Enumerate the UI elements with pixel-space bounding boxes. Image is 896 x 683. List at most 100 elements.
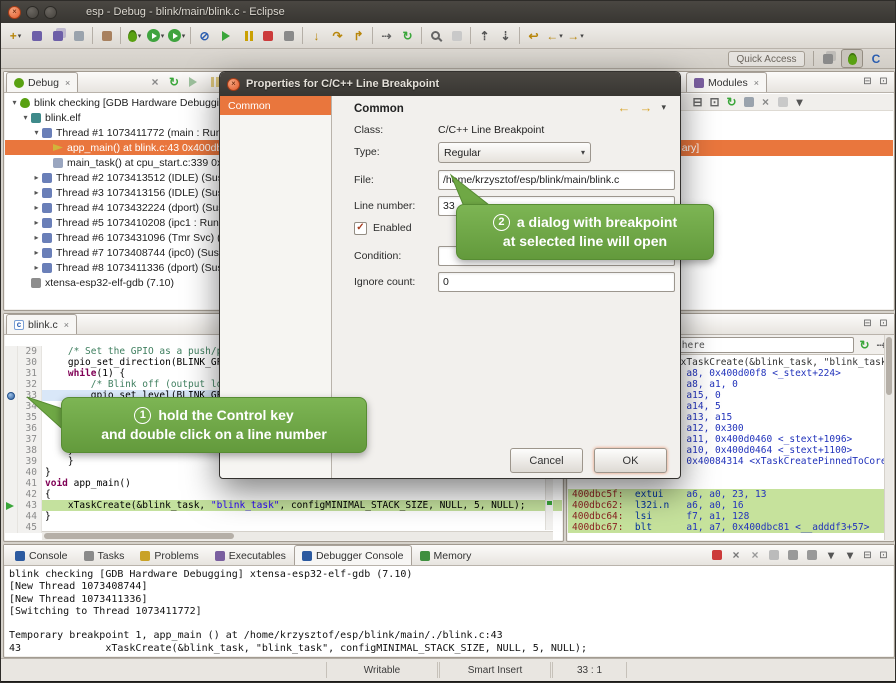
editor-annotation-ruler[interactable] [5, 379, 18, 390]
minimize-view-icon[interactable]: ⊟ [860, 74, 875, 89]
console-open-button[interactable]: ▾ [841, 547, 859, 563]
modules-remove-button[interactable]: × [757, 95, 774, 110]
console-remove-launch-button[interactable]: × [727, 547, 745, 563]
disconnect-button[interactable] [278, 25, 299, 46]
modules-load-symbols-button[interactable] [740, 95, 757, 110]
modules-refresh-button[interactable]: ↻ [723, 95, 740, 110]
debug-tab-close-icon[interactable]: × [65, 78, 70, 88]
maximize-view-icon[interactable]: ⊡ [876, 74, 891, 89]
line-number[interactable]: 43 [18, 500, 42, 511]
twistie-icon[interactable]: ▸ [31, 248, 42, 257]
line-number[interactable]: 29 [18, 346, 42, 357]
editor-annotation-ruler[interactable] [5, 401, 18, 412]
editor-annotation-ruler[interactable] [5, 489, 18, 500]
twistie-icon[interactable]: ▾ [20, 113, 31, 122]
twistie-icon[interactable]: ▸ [31, 263, 42, 272]
editor-annotation-ruler[interactable] [5, 445, 18, 456]
editor-tab-close-icon[interactable]: × [64, 320, 69, 330]
modules-view-menu-button[interactable]: ▾ [791, 95, 808, 110]
open-perspective-button[interactable] [817, 49, 839, 68]
editor-annotation-ruler[interactable] [5, 412, 18, 423]
window-maximize-button[interactable] [44, 6, 57, 19]
disassembly-scrollbar[interactable] [884, 335, 893, 540]
tab-debugger-console[interactable]: Debugger Console [294, 545, 412, 565]
forward-button[interactable]: →▾ [565, 25, 586, 46]
console-terminate-button[interactable] [708, 547, 726, 563]
code-text[interactable]: } [42, 511, 562, 522]
editor-annotation-ruler[interactable] [5, 511, 18, 522]
back-icon[interactable]: ← [617, 101, 630, 114]
console-clear-button[interactable] [765, 547, 783, 563]
editor-horizontal-scrollbar[interactable] [42, 531, 553, 540]
cpp-perspective-button[interactable]: C [865, 49, 887, 68]
sidebar-item-common[interactable]: Common [220, 96, 331, 115]
new-wizard-button[interactable]: +▾ [5, 25, 26, 46]
dialog-close-button[interactable]: × [227, 78, 240, 91]
maximize-view-icon[interactable]: ⊡ [876, 316, 891, 331]
tab-modules[interactable]: Modules × [686, 72, 767, 92]
maximize-view-icon[interactable]: ⊡ [876, 548, 891, 563]
debug-perspective-button[interactable] [841, 49, 863, 68]
next-annotation-button[interactable]: ⇣ [495, 25, 516, 46]
line-number[interactable]: 38 [18, 445, 42, 456]
build-button[interactable] [96, 25, 117, 46]
last-edit-location-button[interactable]: ↩ [523, 25, 544, 46]
save-all-button[interactable] [47, 25, 68, 46]
code-text[interactable]: void app_main() [42, 478, 562, 489]
print-button[interactable] [68, 25, 89, 46]
editor-annotation-ruler[interactable] [5, 368, 18, 379]
editor-annotation-ruler[interactable] [5, 423, 18, 434]
debug-button[interactable]: ▾ [124, 25, 145, 46]
enabled-checkbox[interactable]: ✓ [354, 222, 367, 235]
editor-annotation-ruler[interactable] [5, 390, 18, 401]
window-minimize-button[interactable] [26, 6, 39, 19]
editor-annotation-ruler[interactable] [5, 467, 18, 478]
line-number[interactable]: 41 [18, 478, 42, 489]
modules-collapse-all-button[interactable]: ⊟ [689, 95, 706, 110]
tab-memory[interactable]: Memory [412, 545, 480, 565]
forward-icon[interactable]: → [639, 101, 652, 114]
modules-tab-close-icon[interactable]: × [754, 78, 759, 88]
code-text[interactable]: { [42, 489, 562, 500]
line-number[interactable]: 39 [18, 456, 42, 467]
restart-button[interactable]: ↻ [397, 25, 418, 46]
editor-annotation-ruler[interactable] [5, 346, 18, 357]
minimize-view-icon[interactable]: ⊟ [860, 316, 875, 331]
minimize-view-icon[interactable]: ⊟ [860, 548, 875, 563]
ignore-count-input[interactable]: 0 [438, 272, 675, 292]
line-number[interactable]: 31 [18, 368, 42, 379]
dialog-titlebar[interactable]: × Properties for C/C++ Line Breakpoint [220, 72, 680, 96]
restart-launch-button[interactable]: ↻ [165, 74, 183, 90]
editor-annotation-ruler[interactable] [5, 478, 18, 489]
editor-annotation-ruler[interactable] [5, 434, 18, 445]
console-pin-button[interactable] [803, 547, 821, 563]
tab-console[interactable]: Console [7, 545, 76, 565]
disassembly-scroll-thumb[interactable] [886, 337, 892, 395]
twistie-icon[interactable]: ▸ [31, 173, 42, 182]
editor-annotation-ruler[interactable] [5, 456, 18, 467]
line-number[interactable]: 30 [18, 357, 42, 368]
twistie-icon[interactable]: ▸ [31, 233, 42, 242]
console-display-selected-button[interactable]: ▾ [822, 547, 840, 563]
remove-all-terminated-button[interactable]: × [146, 74, 164, 90]
console-remove-all-button[interactable]: × [746, 547, 764, 563]
external-tools-button[interactable]: ▾ [166, 25, 187, 46]
line-number[interactable]: 42 [18, 489, 42, 500]
console-output[interactable]: blink checking [GDB Hardware Debugging] … [5, 566, 893, 656]
back-button[interactable]: ←▾ [544, 25, 565, 46]
tab-blink-c[interactable]: c blink.c × [6, 314, 77, 334]
view-menu-icon[interactable]: ▾ [661, 102, 666, 113]
code-text[interactable]: xTaskCreate(&blink_task, "blink_task", c… [42, 500, 562, 511]
console-scroll-lock-button[interactable] [784, 547, 802, 563]
tab-executables[interactable]: Executables [207, 545, 294, 565]
tab-debug[interactable]: Debug × [6, 72, 78, 92]
quick-access-button[interactable]: Quick Access [728, 51, 805, 67]
modules-settings-button[interactable] [774, 95, 791, 110]
window-close-button[interactable]: × [8, 6, 21, 19]
type-combo[interactable]: Regular ▾ [438, 142, 591, 163]
line-number[interactable]: 45 [18, 522, 42, 533]
terminate-button[interactable] [257, 25, 278, 46]
save-button[interactable] [26, 25, 47, 46]
instruction-stepping-button[interactable]: ⇢ [376, 25, 397, 46]
tab-problems[interactable]: Problems [132, 545, 206, 565]
